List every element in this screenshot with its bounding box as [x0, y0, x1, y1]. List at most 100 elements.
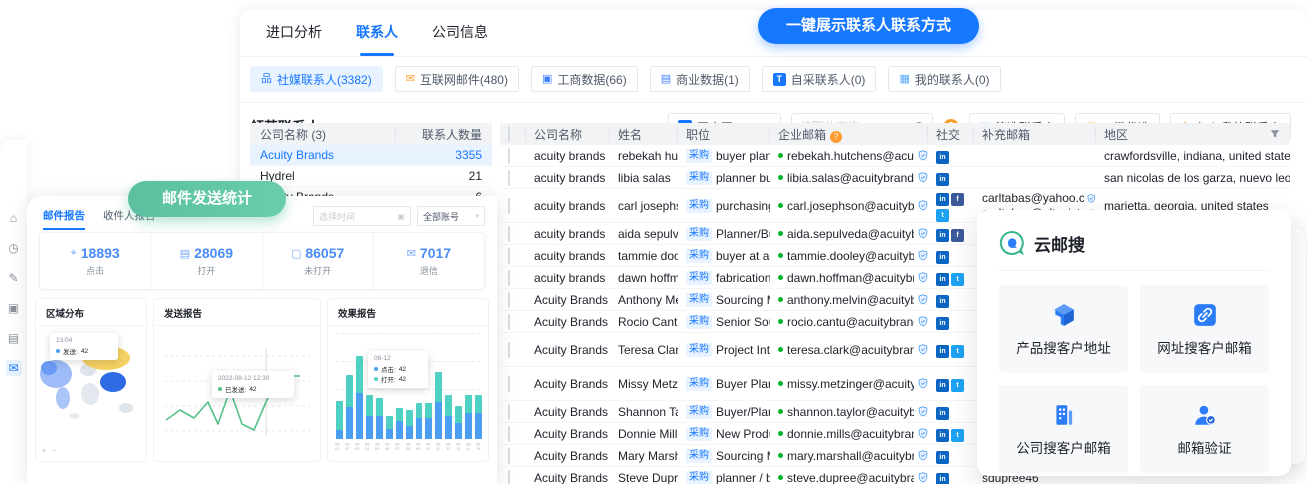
filter-chip[interactable]: ▦我的联系人(0) — [888, 66, 1000, 92]
shield-icon[interactable] — [918, 150, 928, 161]
shield-icon[interactable] — [918, 344, 928, 355]
row-select-cell[interactable] — [500, 405, 526, 419]
email-text[interactable]: aida.sepulveda@acuitybrands.com — [787, 227, 914, 241]
shield-icon[interactable] — [918, 378, 928, 389]
row-checkbox[interactable] — [508, 342, 510, 358]
row-select-cell[interactable] — [500, 171, 526, 185]
shield-icon[interactable] — [918, 294, 928, 305]
tab-进口分析[interactable]: 进口分析 — [266, 22, 322, 56]
cloud-card-产品搜客户地址[interactable]: 产品搜客户地址 — [999, 285, 1128, 373]
twitter-icon[interactable]: t — [951, 345, 964, 358]
header-extra-email[interactable]: 补充邮箱 — [974, 126, 1096, 143]
shield-icon[interactable] — [918, 428, 928, 439]
shield-icon[interactable] — [918, 200, 928, 211]
tab-联系人[interactable]: 联系人 — [356, 22, 398, 56]
header-social[interactable]: 社交 — [928, 126, 974, 143]
email-text[interactable]: rocio.cantu@acuitybrands.com — [787, 315, 914, 329]
linkedin-icon[interactable]: in — [936, 251, 949, 264]
header-region[interactable]: 地区 — [1096, 126, 1290, 143]
shield-icon[interactable] — [918, 450, 928, 461]
shield-icon[interactable] — [918, 172, 928, 183]
email-text[interactable]: mary.marshall@acuitybrands.com — [787, 449, 914, 463]
shield-icon[interactable] — [918, 406, 928, 417]
email-text[interactable]: carl.josephson@acuitybrands.com — [787, 199, 914, 213]
report-icon[interactable]: ▤ — [6, 330, 22, 346]
linkedin-icon[interactable]: in — [936, 379, 949, 392]
shield-icon[interactable] — [918, 228, 928, 239]
shield-icon[interactable] — [1087, 193, 1096, 204]
shield-icon[interactable] — [918, 316, 928, 327]
table-row[interactable]: acuity brands libia salas 采购 planner buy… — [500, 167, 1290, 189]
mail-icon[interactable]: ✉ — [6, 360, 22, 376]
row-checkbox[interactable] — [508, 170, 510, 186]
compose-icon[interactable]: ✎ — [6, 270, 22, 286]
linkedin-icon[interactable]: in — [936, 429, 949, 442]
email-text[interactable]: rebekah.hutchens@acuitybrands.com — [787, 149, 914, 163]
twitter-icon[interactable]: t — [951, 429, 964, 442]
header-company[interactable]: 公司名称 — [526, 126, 610, 143]
shield-icon[interactable] — [918, 316, 928, 327]
email-text[interactable]: anthony.melvin@acuitybrands.com — [787, 293, 914, 307]
row-checkbox[interactable] — [508, 404, 510, 420]
table-row[interactable]: acuity brands rebekah hutchens 采购 buyer … — [500, 145, 1290, 167]
select-all-checkbox[interactable] — [508, 126, 510, 142]
linkedin-icon[interactable]: in — [936, 407, 949, 420]
row-checkbox[interactable] — [508, 426, 510, 442]
row-select-cell[interactable] — [500, 293, 526, 307]
row-select-cell[interactable] — [500, 227, 526, 241]
linkedin-icon[interactable]: in — [936, 229, 949, 242]
email-text[interactable]: libia.salas@acuitybrands.com — [787, 171, 914, 185]
email-text[interactable]: steve.dupree@acuitybrands.com — [787, 471, 914, 484]
linkedin-icon[interactable]: in — [936, 173, 949, 186]
row-checkbox[interactable] — [508, 292, 510, 308]
company-name-header[interactable]: 公司名称 (3) — [250, 126, 396, 143]
row-checkbox[interactable] — [508, 470, 510, 484]
email-text[interactable]: teresa.clark@acuitybrands.com — [787, 343, 914, 357]
linkedin-icon[interactable]: in — [936, 451, 949, 464]
row-select-cell[interactable] — [500, 343, 526, 357]
company-row[interactable]: Hydrel 21 — [250, 166, 492, 187]
tab-公司信息[interactable]: 公司信息 — [432, 22, 488, 56]
mail-tab[interactable]: 邮件报告 — [43, 208, 85, 230]
briefcase-icon[interactable]: ▣ — [6, 300, 22, 316]
header-position[interactable]: 职位 — [678, 126, 770, 143]
row-select-cell[interactable] — [500, 315, 526, 329]
linkedin-icon[interactable]: in — [936, 151, 949, 164]
email-text[interactable]: missy.metzinger@acuitybrands.com — [787, 377, 914, 391]
company-row[interactable]: Acuity Brands 3355 — [250, 145, 492, 166]
shield-icon[interactable] — [918, 450, 928, 461]
contact-count-header[interactable]: 联系人数量 — [396, 126, 492, 143]
email-text[interactable]: dawn.hoffman@acuitybrands.com — [787, 271, 914, 285]
region-filter-icon[interactable] — [1270, 129, 1280, 139]
filter-chip[interactable]: ▣工商数据(66) — [531, 66, 638, 92]
company-row-name[interactable]: Acuity Brands — [250, 148, 396, 162]
row-checkbox[interactable] — [508, 148, 510, 164]
header-email[interactable]: 企业邮箱? — [770, 126, 928, 143]
map-zoom-control[interactable]: + − — [42, 448, 58, 455]
twitter-icon[interactable]: t — [936, 209, 949, 222]
shield-icon[interactable] — [918, 294, 928, 305]
cloud-card-网址搜客户邮箱[interactable]: 网址搜客户邮箱 — [1140, 285, 1269, 373]
email-help-icon[interactable]: ? — [830, 131, 842, 143]
shield-icon[interactable] — [918, 378, 928, 389]
row-checkbox[interactable] — [508, 270, 510, 286]
shield-icon[interactable] — [918, 172, 928, 183]
shield-icon[interactable] — [918, 344, 928, 355]
shield-icon[interactable] — [918, 272, 928, 283]
row-select-cell[interactable] — [500, 271, 526, 285]
linkedin-icon[interactable]: in — [936, 193, 949, 206]
shield-icon[interactable] — [918, 200, 928, 211]
row-checkbox[interactable] — [508, 198, 510, 214]
row-select-cell[interactable] — [500, 449, 526, 463]
shield-icon[interactable] — [918, 406, 928, 417]
twitter-icon[interactable]: t — [951, 379, 964, 392]
shield-icon[interactable] — [918, 428, 928, 439]
shield-icon[interactable] — [918, 150, 928, 161]
row-select-cell[interactable] — [500, 149, 526, 163]
twitter-icon[interactable]: t — [951, 273, 964, 286]
row-checkbox[interactable] — [508, 376, 510, 392]
linkedin-icon[interactable]: in — [936, 345, 949, 358]
row-select-cell[interactable] — [500, 377, 526, 391]
facebook-icon[interactable]: f — [951, 193, 964, 206]
filter-chip[interactable]: ✉互联网邮件(480) — [395, 66, 519, 92]
